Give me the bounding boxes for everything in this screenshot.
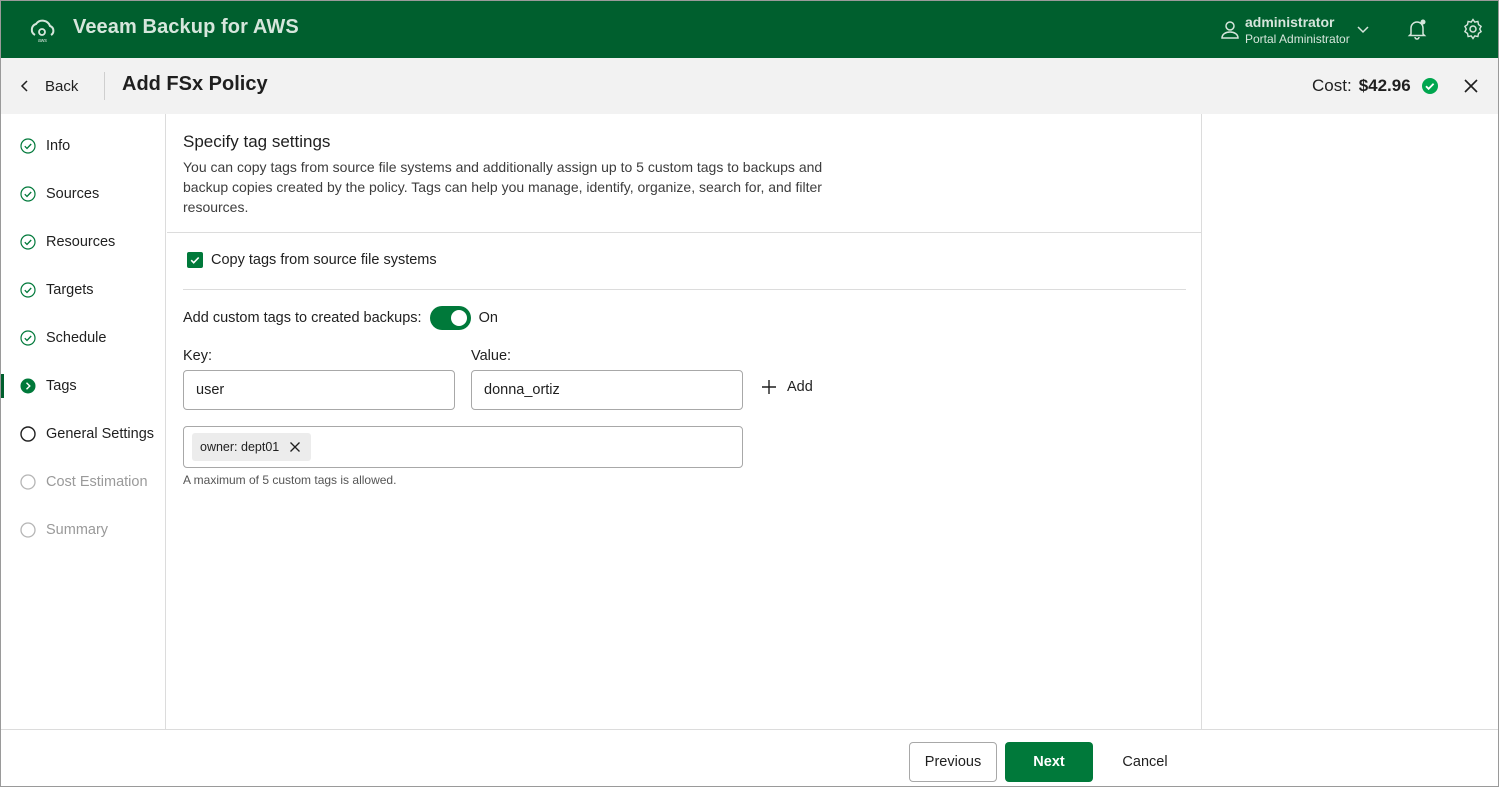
- next-button[interactable]: Next: [1005, 742, 1093, 782]
- cancel-button[interactable]: Cancel: [1109, 742, 1181, 782]
- gear-icon[interactable]: [1461, 17, 1485, 41]
- step-label: General Settings: [46, 426, 155, 442]
- custom-tags-row: Add custom tags to created backups: On: [183, 306, 498, 330]
- step-general-settings[interactable]: General Settings: [1, 414, 165, 454]
- main-panel: Specify tag settings You can copy tags f…: [167, 114, 1202, 729]
- check-icon: [190, 256, 200, 264]
- wizard-steps: Info Sources Resources Targets Schedule …: [1, 114, 166, 729]
- page-header: Back Add FSx Policy Cost: $42.96: [1, 58, 1498, 114]
- check-circle-outline-icon: [20, 330, 36, 346]
- top-bar: aws Veeam Backup for AWS administrator P…: [1, 1, 1498, 58]
- tags-list: owner: dept01: [183, 426, 743, 468]
- section-description: You can copy tags from source file syste…: [183, 159, 823, 215]
- tag-chip: owner: dept01: [192, 433, 312, 461]
- copy-tags-label: Copy tags from source file systems: [211, 252, 437, 268]
- custom-tags-label: Add custom tags to created backups:: [183, 310, 422, 326]
- step-label: Resources: [46, 234, 116, 250]
- step-label: Sources: [46, 186, 100, 202]
- toggle-knob: [450, 310, 467, 326]
- plus-icon: [762, 380, 776, 394]
- check-circle-outline-icon: [20, 282, 36, 298]
- value-input[interactable]: donna_ortiz: [471, 370, 743, 410]
- step-label: Cost Estimation: [46, 474, 148, 490]
- notifications-bell-icon[interactable]: [1405, 17, 1429, 41]
- chevron-down-icon[interactable]: [1355, 21, 1371, 37]
- value-label: Value:: [471, 348, 512, 364]
- key-label: Key:: [183, 348, 213, 364]
- check-circle-outline-icon: [20, 234, 36, 250]
- step-targets[interactable]: Targets: [1, 270, 165, 310]
- add-tag-button[interactable]: Add: [761, 379, 813, 395]
- step-label: Tags: [46, 378, 77, 394]
- cost-summary: Cost: $42.96: [1312, 76, 1439, 96]
- empty-circle-icon: [20, 474, 36, 490]
- user-role: Portal Administrator: [1245, 31, 1350, 46]
- key-input[interactable]: user: [183, 370, 455, 410]
- check-circle-outline-icon: [20, 186, 36, 202]
- tags-hint: A maximum of 5 custom tags is allowed.: [183, 473, 397, 487]
- cost-label: Cost:: [1312, 76, 1352, 95]
- step-summary: Summary: [1, 510, 165, 550]
- divider: [167, 232, 1202, 233]
- previous-button[interactable]: Previous: [909, 742, 997, 782]
- back-label: Back: [45, 77, 79, 95]
- user-name: administrator: [1245, 13, 1335, 30]
- custom-tags-toggle[interactable]: [429, 306, 471, 330]
- toggle-state-label: On: [478, 310, 498, 326]
- copy-tags-option[interactable]: Copy tags from source file systems: [187, 252, 437, 268]
- step-tags[interactable]: Tags: [1, 366, 165, 406]
- step-label: Info: [46, 138, 71, 154]
- section-title: Specify tag settings: [183, 132, 331, 151]
- arrow-right-circle-icon: [20, 378, 36, 394]
- page-title: Add FSx Policy: [122, 73, 268, 95]
- tag-chip-label: owner: dept01: [200, 440, 280, 454]
- empty-circle-icon: [20, 426, 36, 442]
- check-circle-outline-icon: [20, 138, 36, 154]
- step-cost-estimation: Cost Estimation: [1, 462, 165, 502]
- app-title: Veeam Backup for AWS: [73, 16, 299, 38]
- back-button[interactable]: Back: [17, 72, 78, 100]
- step-label: Schedule: [46, 330, 107, 346]
- veeam-cloud-logo-icon: aws: [30, 19, 55, 44]
- step-info[interactable]: Info: [1, 126, 165, 166]
- user-icon: [1221, 21, 1239, 39]
- remove-tag-icon[interactable]: [289, 441, 301, 453]
- cost-value: $42.96: [1358, 76, 1411, 95]
- empty-circle-icon: [20, 522, 36, 538]
- step-sources[interactable]: Sources: [1, 174, 165, 214]
- add-label: Add: [787, 379, 813, 395]
- close-icon[interactable]: [1462, 77, 1480, 95]
- header-divider: [104, 72, 105, 100]
- step-label: Targets: [46, 282, 94, 298]
- copy-tags-checkbox[interactable]: [187, 252, 203, 268]
- step-schedule[interactable]: Schedule: [1, 318, 165, 358]
- step-label: Summary: [46, 522, 109, 538]
- chevron-left-icon: [20, 80, 28, 92]
- user-menu[interactable]: administrator Portal Administrator: [1219, 12, 1350, 48]
- divider: [183, 289, 1186, 290]
- check-circle-icon: [1421, 78, 1438, 94]
- wizard-footer: Previous Next Cancel: [1, 729, 1498, 786]
- svg-text:aws: aws: [38, 38, 47, 44]
- step-resources[interactable]: Resources: [1, 222, 165, 262]
